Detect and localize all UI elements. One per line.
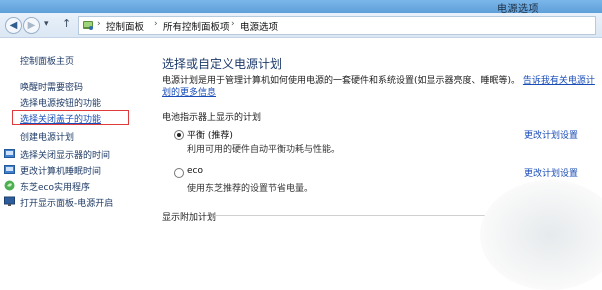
battery-section-title: 电池指示器上显示的计划	[162, 113, 262, 123]
sidebar-item-password-on-wake[interactable]: 唤醒时需要密码	[20, 80, 83, 93]
breadcrumb-separator: ›	[231, 19, 235, 29]
breadcrumb-power-options[interactable]: 电源选项	[240, 19, 278, 33]
plan-description-eco: 使用东芝推荐的设置节省电量。	[187, 184, 314, 194]
page-description: 电源计划是用于管理计算机如何使用电源的一套硬件和系统设置(如显示器亮度、睡眠等)…	[162, 75, 598, 99]
plan-radio-eco[interactable]	[174, 168, 184, 178]
up-level-button[interactable]: ↑	[62, 17, 71, 30]
show-additional-plans-label[interactable]: 显示附加计划	[162, 210, 216, 223]
back-button[interactable]: ◀	[5, 17, 22, 34]
change-plan-settings-link[interactable]: 更改计划设置	[524, 128, 578, 141]
plan-radio-balanced[interactable]	[174, 130, 184, 140]
address-box[interactable]: › 控制面板 › 所有控制面板项 › 电源选项	[78, 16, 596, 35]
description-text: 电源计划是用于管理计算机如何使用电源的一套硬件和系统设置(如显示器亮度、睡眠等)…	[162, 76, 521, 86]
sidebar-item-create-plan[interactable]: 创建电源计划	[20, 130, 74, 143]
display-icon	[4, 196, 15, 206]
plan-name-eco: eco	[187, 166, 203, 176]
left-navigation-pane: 控制面板主页 唤醒时需要密码 选择电源按钮的功能 选择关闭盖子的功能 创建电源计…	[0, 38, 152, 276]
power-plan-icon	[4, 149, 15, 158]
sidebar-item-sleep-time[interactable]: 更改计算机睡眠时间	[20, 164, 101, 177]
plan-name-balanced: 平衡 (推荐)	[187, 131, 233, 141]
address-bar-row: ◀ ▶ ▾ ↑ › 控制面板 › 所有控制面板项 › 电源选项	[0, 13, 602, 38]
breadcrumb-all-items[interactable]: 所有控制面板项	[163, 19, 230, 33]
breadcrumb-control-panel[interactable]: 控制面板	[106, 19, 144, 33]
sidebar-item-eco-utility[interactable]: 东芝eco实用程序	[20, 180, 90, 193]
sidebar-item-lid-close[interactable]: 选择关闭盖子的功能	[20, 112, 101, 125]
power-plan-icon	[4, 165, 15, 174]
sidebar-item-power-button[interactable]: 选择电源按钮的功能	[20, 96, 101, 109]
sidebar-item-display-panel-power[interactable]: 打开显示面板-电源开启	[20, 196, 113, 209]
change-plan-settings-link[interactable]: 更改计划设置	[524, 166, 578, 179]
eco-icon	[4, 180, 15, 191]
sidebar-home-link[interactable]: 控制面板主页	[20, 54, 74, 67]
breadcrumb-separator: ›	[97, 19, 101, 29]
title-bar: 电源选项	[0, 0, 602, 15]
forward-button[interactable]: ▶	[23, 17, 40, 34]
sidebar-item-display-off-time[interactable]: 选择关闭显示器的时间	[20, 148, 110, 161]
page-title: 选择或自定义电源计划	[162, 57, 283, 71]
breadcrumb-separator: ›	[154, 19, 158, 29]
control-panel-icon	[83, 21, 93, 30]
plan-description-balanced: 利用可用的硬件自动平衡功耗与性能。	[187, 145, 341, 155]
history-dropdown-icon[interactable]: ▾	[44, 19, 49, 29]
